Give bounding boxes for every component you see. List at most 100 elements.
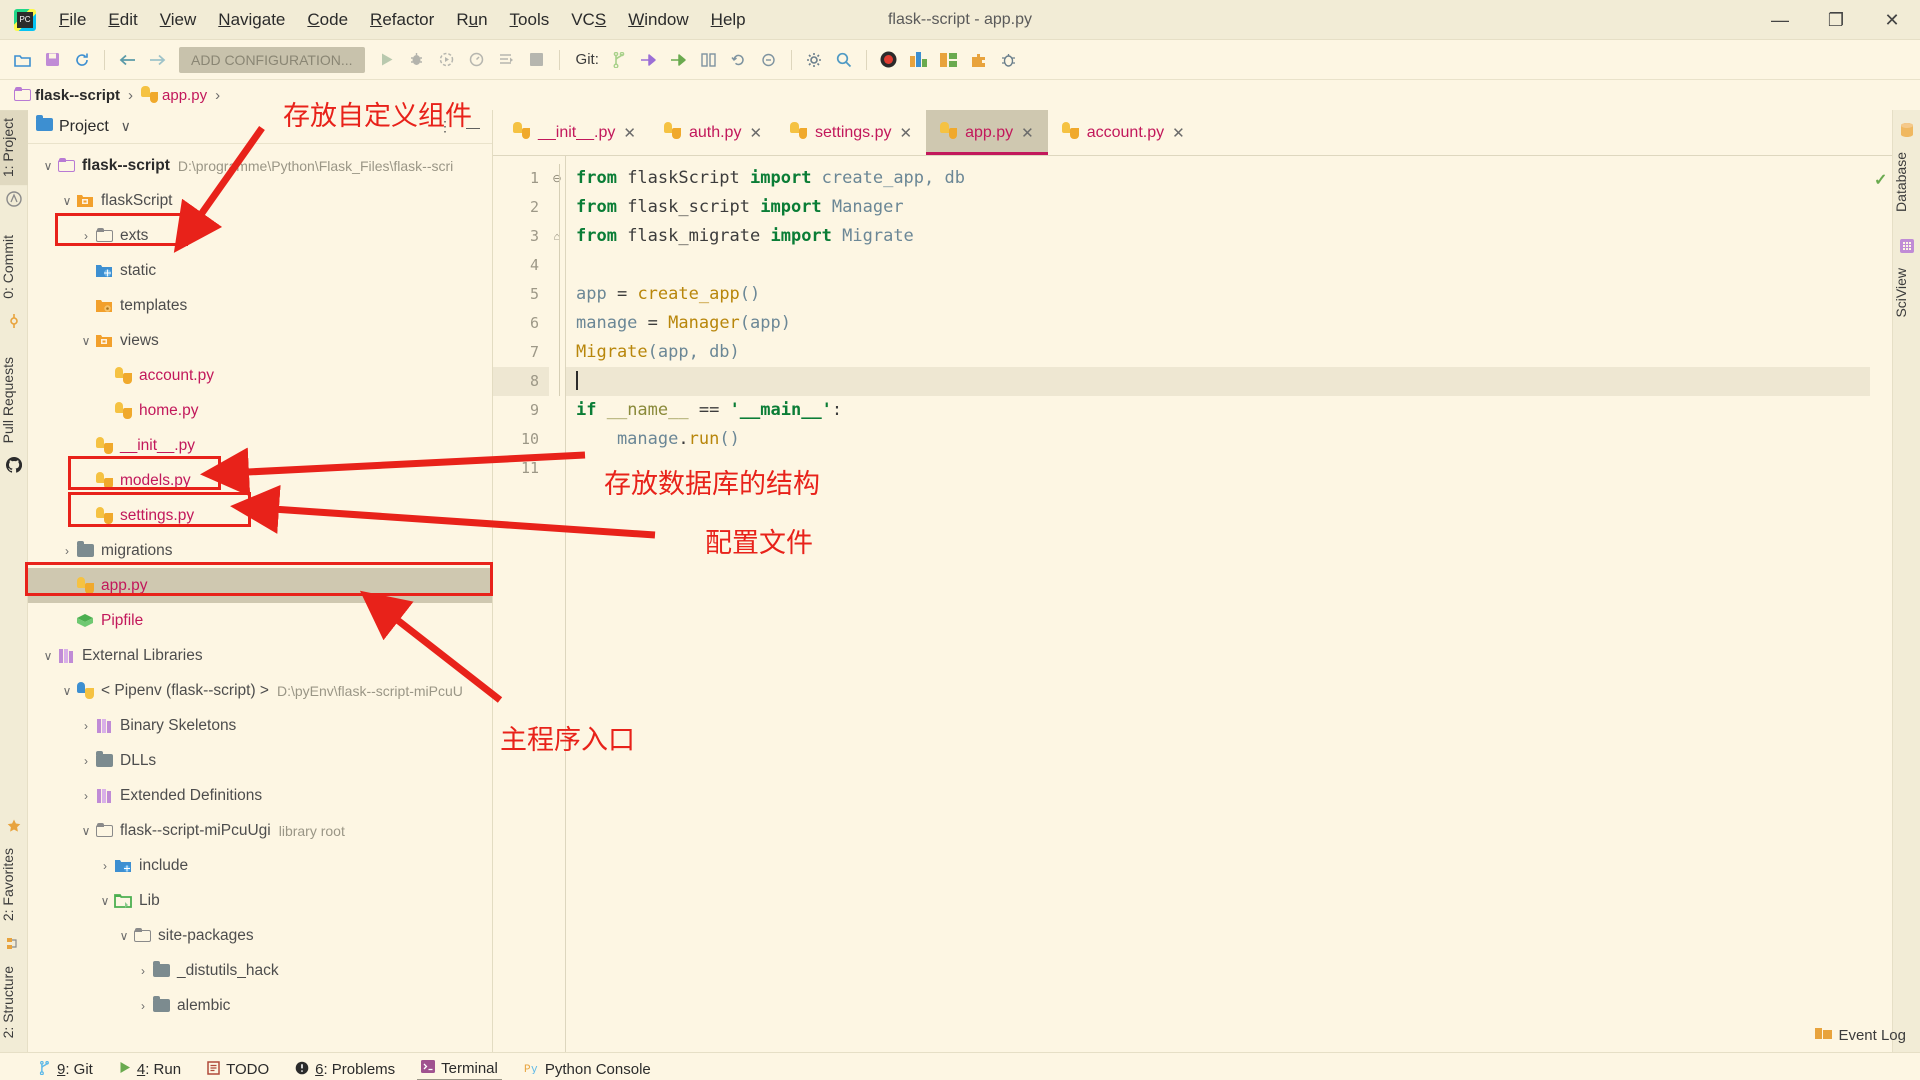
bug-icon[interactable] xyxy=(995,46,1023,74)
editor-tab-authpy[interactable]: auth.py ✕ xyxy=(650,110,776,155)
code-line[interactable]: app = create_app() xyxy=(566,280,1870,309)
back-icon[interactable] xyxy=(113,46,141,74)
tool-window-terminal[interactable]: Terminal xyxy=(417,1058,502,1080)
tree-item-flaskscript[interactable]: ∨ flaskScript xyxy=(28,183,492,218)
fold-toggle-icon[interactable]: ⌂ xyxy=(549,222,565,251)
menu-item-edit[interactable]: Edit xyxy=(97,6,148,34)
git-update-icon[interactable] xyxy=(635,46,663,74)
code-line[interactable]: from flask_script import Manager xyxy=(566,193,1870,222)
stop-icon[interactable] xyxy=(523,46,551,74)
chevron-right-icon[interactable]: › xyxy=(135,999,151,1013)
close-button[interactable]: ✕ xyxy=(1864,0,1920,40)
more-options-icon[interactable]: ⋮ xyxy=(434,116,456,138)
chevron-down-icon[interactable]: ∨ xyxy=(116,929,132,943)
code-line[interactable] xyxy=(566,367,1870,396)
menu-item-window[interactable]: Window xyxy=(617,6,699,34)
tree-item-modelspy[interactable]: models.py xyxy=(28,463,492,498)
fold-toggle-icon[interactable]: ⊖ xyxy=(549,164,565,193)
forward-icon[interactable] xyxy=(143,46,171,74)
sidebar-item-favorites[interactable]: 2: Favorites xyxy=(0,840,28,929)
chevron-right-icon[interactable]: › xyxy=(78,754,94,768)
chevron-down-icon[interactable]: ∨ xyxy=(40,159,56,173)
menu-item-navigate[interactable]: Navigate xyxy=(207,6,296,34)
git-revert-icon[interactable] xyxy=(725,46,753,74)
chevron-down-icon[interactable]: ∨ xyxy=(115,116,137,138)
close-icon[interactable]: ✕ xyxy=(749,124,762,142)
tool-window-pythonconsole[interactable]: Py Python Console xyxy=(520,1059,655,1080)
event-log-button[interactable]: Event Log xyxy=(1815,1026,1906,1044)
sidebar-item-structure[interactable]: 2: Structure xyxy=(0,958,28,1046)
tree-item-homepy[interactable]: home.py xyxy=(28,393,492,428)
code-line[interactable] xyxy=(566,454,1870,483)
tree-item-include[interactable]: › include xyxy=(28,848,492,883)
chevron-right-icon[interactable]: › xyxy=(78,789,94,803)
tree-item-static[interactable]: static xyxy=(28,253,492,288)
code-folding-strip[interactable]: ⊖ ⌂ xyxy=(549,156,565,1052)
breadcrumb-file[interactable]: app.py xyxy=(162,87,207,104)
plugin-icon[interactable] xyxy=(965,46,993,74)
db-icon[interactable] xyxy=(935,46,963,74)
run-with-console-icon[interactable] xyxy=(493,46,521,74)
editor-tab-__init__py[interactable]: __init__.py ✕ xyxy=(499,110,650,155)
code-line[interactable]: Migrate(app, db) xyxy=(566,338,1870,367)
menu-item-help[interactable]: Help xyxy=(700,6,757,34)
tree-item-binaryskeletons[interactable]: › Binary Skeletons xyxy=(28,708,492,743)
profile-icon[interactable] xyxy=(463,46,491,74)
tree-item-settingspy[interactable]: settings.py xyxy=(28,498,492,533)
tree-item-templates[interactable]: templates xyxy=(28,288,492,323)
project-icon[interactable] xyxy=(0,185,28,213)
tree-item-exts[interactable]: › exts xyxy=(28,218,492,253)
tree-item-views[interactable]: ∨ views xyxy=(28,323,492,358)
close-icon[interactable]: ✕ xyxy=(1172,124,1185,142)
code-line[interactable]: from flaskScript import create_app, db xyxy=(566,164,1870,193)
right-tab-database[interactable]: Database xyxy=(1893,144,1920,220)
layout-icon[interactable] xyxy=(905,46,933,74)
tool-window-6problems[interactable]: 6: Problems xyxy=(291,1059,399,1080)
tree-item-flask--script[interactable]: ∨ flask--script D:\programme\Python\Flask_… xyxy=(28,148,492,183)
chevron-down-icon[interactable]: ∨ xyxy=(59,684,75,698)
tree-item-extendeddefinitions[interactable]: › Extended Definitions xyxy=(28,778,492,813)
git-diff-icon[interactable] xyxy=(755,46,783,74)
chevron-down-icon[interactable]: ∨ xyxy=(97,894,113,908)
record-icon[interactable] xyxy=(875,46,903,74)
chevron-down-icon[interactable]: ∨ xyxy=(40,649,56,663)
close-icon[interactable]: ✕ xyxy=(623,124,636,142)
menu-item-refactor[interactable]: Refactor xyxy=(359,6,445,34)
chevron-right-icon[interactable]: › xyxy=(135,964,151,978)
settings-icon[interactable] xyxy=(800,46,828,74)
git-history-icon[interactable] xyxy=(695,46,723,74)
tree-item-site-packages[interactable]: ∨ site-packages xyxy=(28,918,492,953)
code-line[interactable] xyxy=(566,251,1870,280)
close-icon[interactable]: ✕ xyxy=(1021,124,1034,142)
right-tab-sciview[interactable]: SciView xyxy=(1893,260,1920,326)
menu-item-run[interactable]: Run xyxy=(445,6,498,34)
sidebar-item-project[interactable]: 1: Project xyxy=(0,110,28,186)
tool-window-4run[interactable]: 4: Run xyxy=(115,1059,185,1080)
chevron-down-icon[interactable]: ∨ xyxy=(78,824,94,838)
debug-icon[interactable] xyxy=(403,46,431,74)
tree-item-alembic[interactable]: › alembic xyxy=(28,988,492,1023)
add-configuration-button[interactable]: ADD CONFIGURATION... xyxy=(179,46,365,73)
menu-item-view[interactable]: View xyxy=(149,6,208,34)
database-icon[interactable] xyxy=(1893,116,1920,144)
hide-panel-icon[interactable]: — xyxy=(462,116,484,138)
code-editor[interactable]: 1 2 3 4 5 6 7 8 9 10 11 ⊖ ⌂ from flaskScript import… xyxy=(493,156,1892,1052)
code-line[interactable]: if __name__ == '__main__': xyxy=(566,396,1870,425)
minimize-button[interactable]: — xyxy=(1752,0,1808,40)
open-folder-icon[interactable] xyxy=(8,46,36,74)
chevron-down-icon[interactable]: ∨ xyxy=(59,194,75,208)
menu-item-vcs[interactable]: VCS xyxy=(560,6,617,34)
menu-item-code[interactable]: Code xyxy=(296,6,359,34)
run-icon[interactable] xyxy=(373,46,401,74)
tree-item-__init__py[interactable]: __init__.py xyxy=(28,428,492,463)
close-icon[interactable]: ✕ xyxy=(900,124,913,142)
editor-tab-settingspy[interactable]: settings.py ✕ xyxy=(776,110,926,155)
sidebar-item-pull-requests[interactable]: Pull Requests xyxy=(0,349,28,451)
github-icon[interactable] xyxy=(0,451,28,479)
search-icon[interactable] xyxy=(830,46,858,74)
code-line[interactable]: from flask_migrate import Migrate xyxy=(566,222,1870,251)
chevron-right-icon[interactable]: › xyxy=(78,719,94,733)
tree-item-_distutils_hack[interactable]: › _distutils_hack xyxy=(28,953,492,988)
sidebar-item-commit[interactable]: 0: Commit xyxy=(0,227,28,307)
tree-item-lib[interactable]: ∨ Lib xyxy=(28,883,492,918)
